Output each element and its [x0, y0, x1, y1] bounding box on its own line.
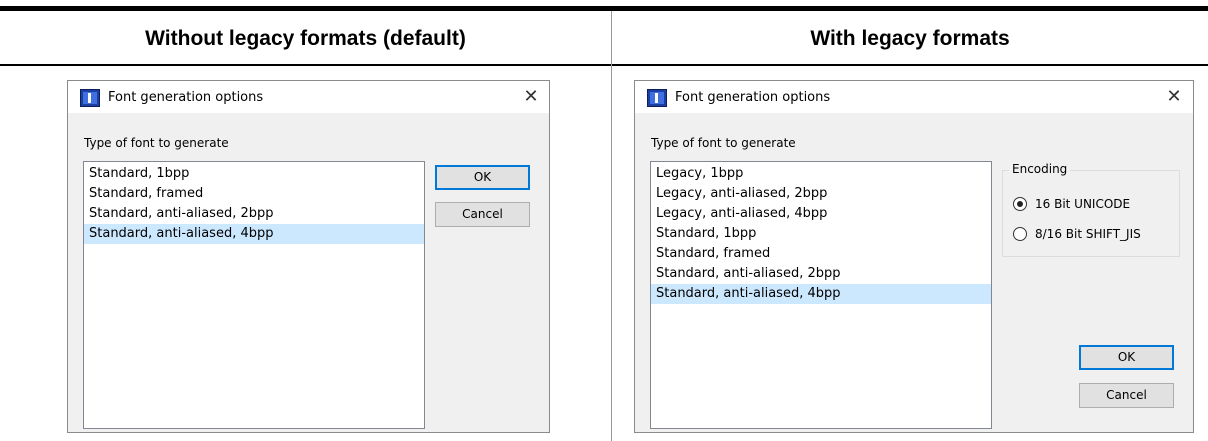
- dialog-title: Font generation options: [675, 90, 831, 105]
- left-column-header: Without legacy formats (default): [145, 27, 466, 50]
- font-options-dialog-right: Font generation options ✕ Type of font t…: [634, 80, 1194, 433]
- list-item[interactable]: Standard, 1bpp: [651, 224, 991, 244]
- list-item[interactable]: Standard, anti-aliased, 4bpp: [651, 284, 991, 304]
- close-icon[interactable]: ✕: [514, 84, 548, 110]
- right-column-header: With legacy formats: [810, 27, 1010, 50]
- font-type-listbox[interactable]: Legacy, 1bpp Legacy, anti-aliased, 2bpp Le…: [650, 161, 992, 429]
- ok-button[interactable]: OK: [435, 165, 530, 190]
- encoding-groupbox: Encoding 16 Bit UNICODE 8/16 Bit SHIFT_J…: [1002, 162, 1180, 257]
- radio-label: 8/16 Bit SHIFT_JIS: [1035, 227, 1141, 241]
- header-rule: [0, 64, 1208, 66]
- list-item[interactable]: Standard, anti-aliased, 2bpp: [84, 204, 424, 224]
- radio-label: 16 Bit UNICODE: [1035, 197, 1131, 211]
- radio-button-icon[interactable]: [1013, 197, 1027, 211]
- list-item[interactable]: Legacy, 1bpp: [651, 164, 991, 184]
- ok-button[interactable]: OK: [1079, 345, 1174, 370]
- list-caption: Type of font to generate: [651, 136, 796, 150]
- cancel-button[interactable]: Cancel: [435, 202, 530, 227]
- list-item[interactable]: Standard, framed: [651, 244, 991, 264]
- dialog-title: Font generation options: [108, 90, 264, 105]
- list-item[interactable]: Standard, framed: [84, 184, 424, 204]
- list-item[interactable]: Standard, anti-aliased, 4bpp: [84, 224, 424, 244]
- list-item[interactable]: Standard, 1bpp: [84, 164, 424, 184]
- dialog-titlebar: Font generation options ✕: [635, 81, 1193, 113]
- list-caption: Type of font to generate: [84, 136, 229, 150]
- app-icon: [647, 89, 667, 107]
- list-item[interactable]: Standard, anti-aliased, 2bpp: [651, 264, 991, 284]
- font-type-listbox[interactable]: Standard, 1bpp Standard, framed Standard, …: [83, 161, 425, 429]
- list-item[interactable]: Legacy, anti-aliased, 2bpp: [651, 184, 991, 204]
- app-icon: [80, 89, 100, 107]
- cancel-button[interactable]: Cancel: [1079, 383, 1174, 408]
- font-options-dialog-left: Font generation options ✕ Type of font t…: [67, 80, 550, 433]
- list-item[interactable]: Legacy, anti-aliased, 4bpp: [651, 204, 991, 224]
- dialog-titlebar: Font generation options ✕: [68, 81, 549, 113]
- top-rule: [0, 6, 1208, 11]
- encoding-label: Encoding: [1009, 162, 1071, 176]
- close-icon[interactable]: ✕: [1157, 84, 1191, 110]
- radio-button-icon[interactable]: [1013, 227, 1027, 241]
- column-divider: [611, 11, 612, 441]
